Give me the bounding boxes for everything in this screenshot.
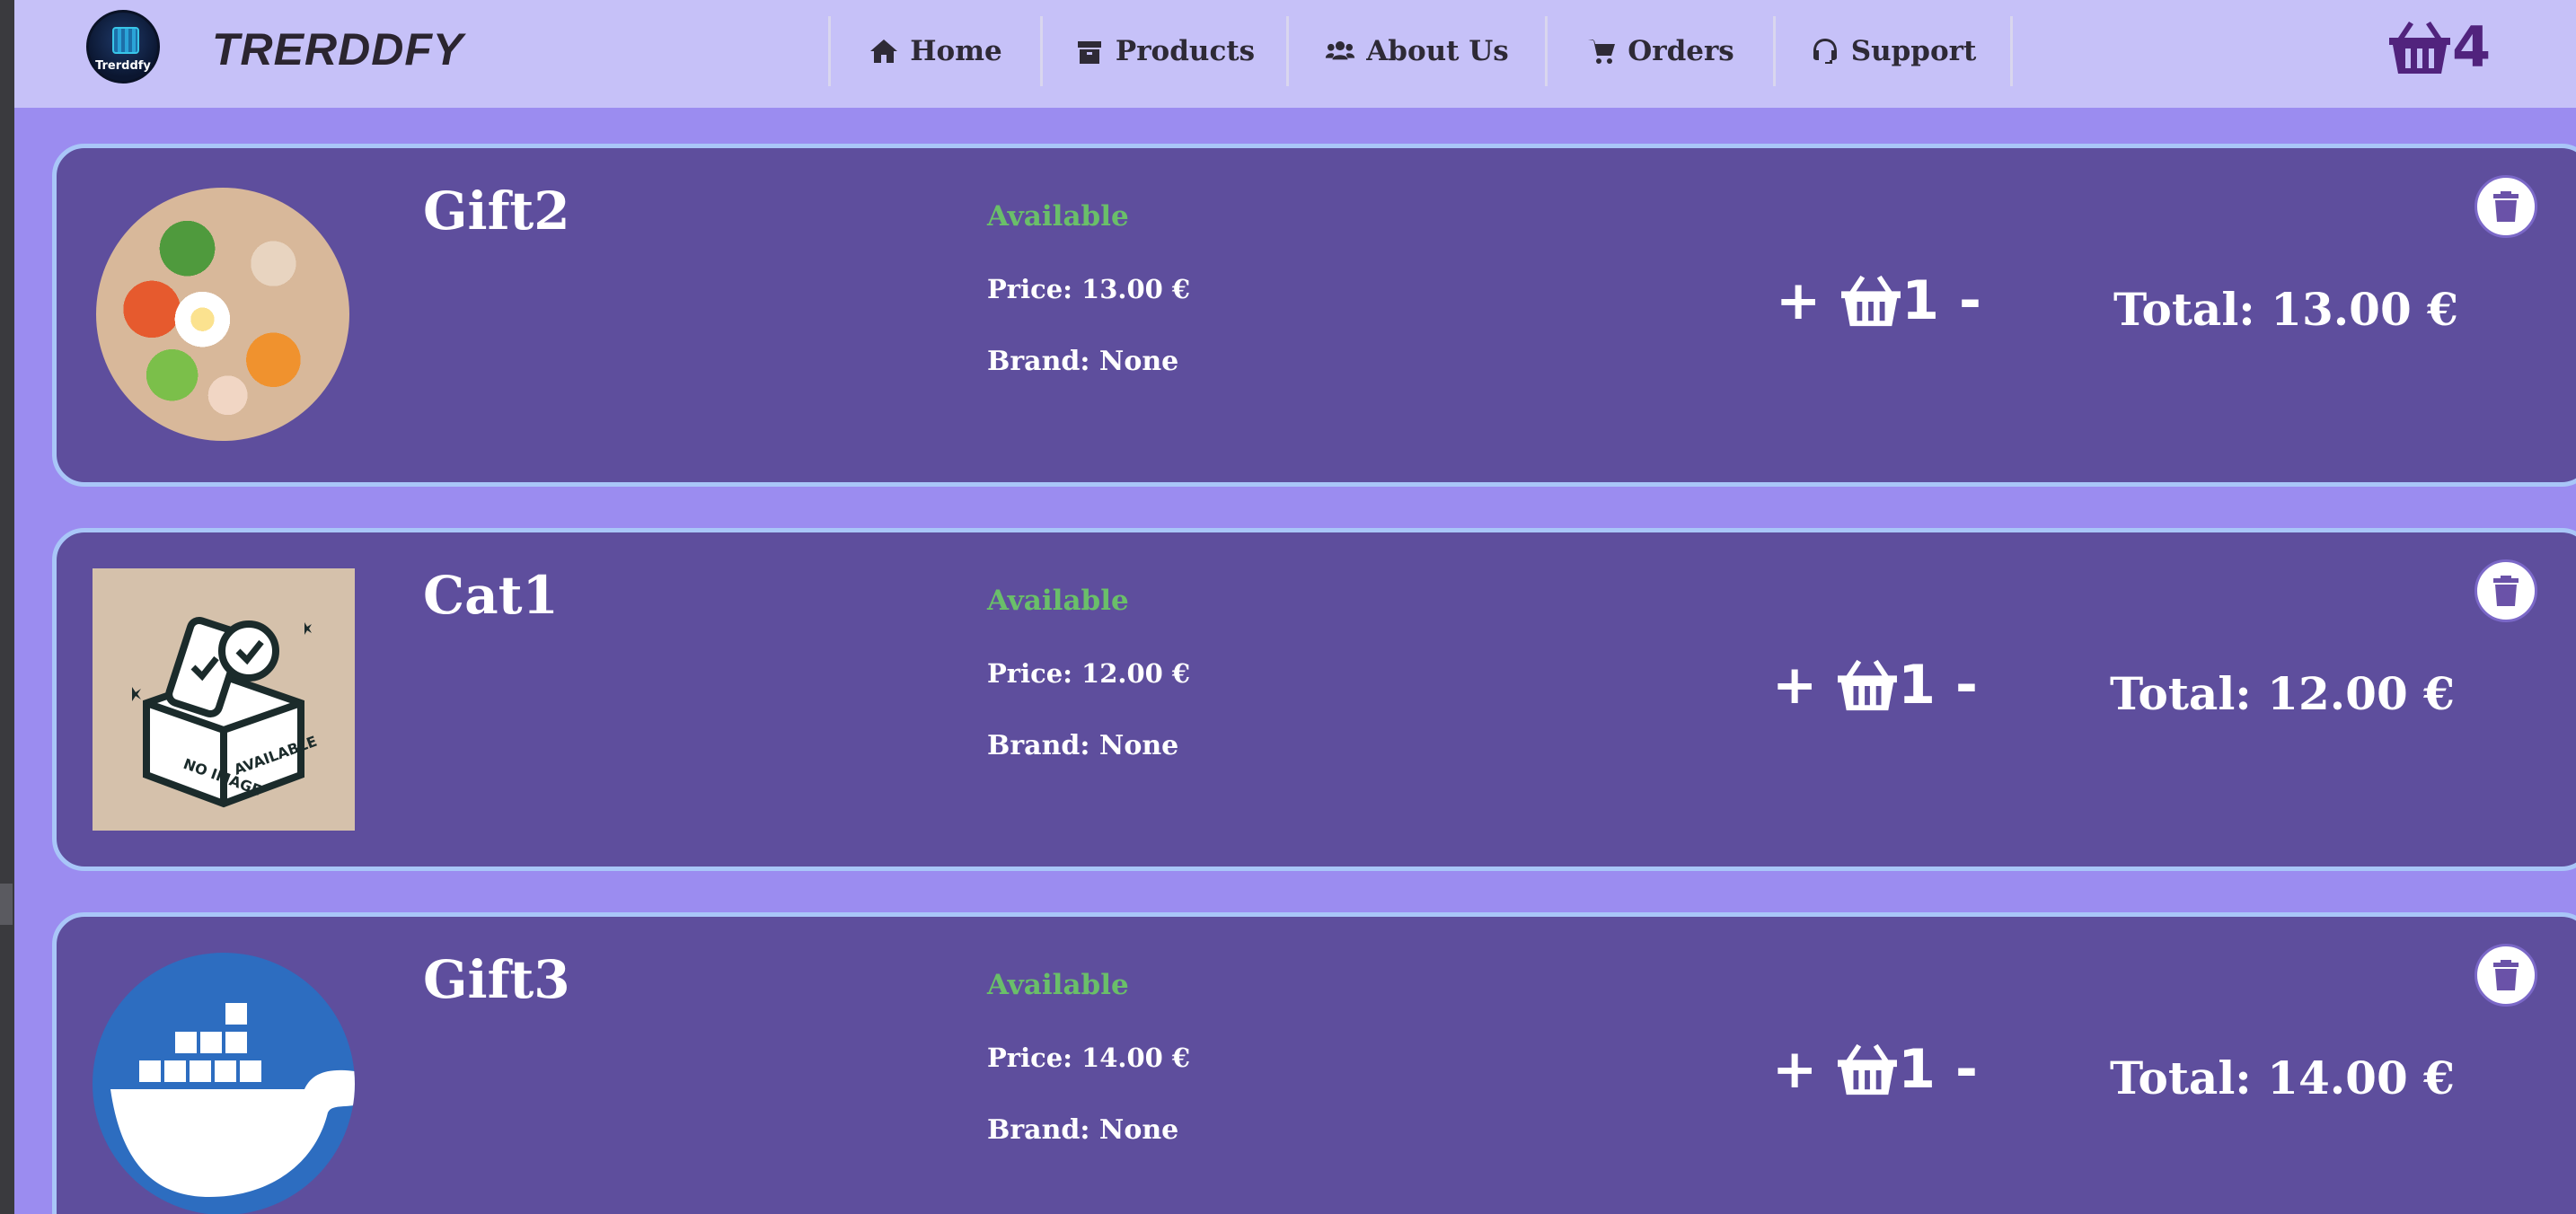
chip-icon (112, 27, 139, 54)
basket-icon (2389, 22, 2450, 74)
cart-item: NO IMAGE AVAILABLE Cat1 Available Price:… (52, 528, 2576, 871)
quantity-value: 1 (1901, 269, 1940, 332)
box-icon (1077, 41, 1101, 64)
no-image-placeholder: NO IMAGE AVAILABLE (93, 568, 355, 831)
basket-icon (1841, 275, 1901, 327)
home-icon (870, 40, 898, 63)
nav-products[interactable]: Products (1043, 16, 1289, 86)
trash-icon (2493, 191, 2519, 222)
decrease-button[interactable]: - (1955, 1042, 1978, 1096)
cart-item: Gift3 Available Price: 14.00 € Brand: No… (52, 912, 2576, 1214)
nav-home[interactable]: Home (831, 16, 1043, 86)
quantity-control: + 1 - (1772, 1034, 1978, 1105)
item-total: Total: 12.00 € (2110, 667, 2455, 720)
item-brand: Brand: None (987, 1114, 1179, 1146)
nav-orders-label: Orders (1628, 35, 1734, 67)
trash-icon (2493, 576, 2519, 606)
nav-support-label: Support (1850, 35, 1977, 67)
item-status: Available (987, 200, 1129, 233)
item-name: Cat1 (423, 565, 559, 626)
item-status: Available (987, 585, 1129, 617)
quantity-control: + 1 - (1776, 265, 1981, 337)
edge-marker (0, 884, 13, 925)
basket-icon (1838, 659, 1898, 711)
no-image-box-icon: NO IMAGE AVAILABLE (132, 616, 319, 808)
remove-item-button[interactable] (2475, 175, 2537, 238)
item-name: Gift2 (423, 180, 570, 242)
logo-text: Trerddfy (95, 59, 151, 73)
main-nav: Home Products About Us Orders Support (828, 16, 2013, 86)
nav-orders[interactable]: Orders (1548, 16, 1776, 86)
cart-button[interactable]: 4 (2386, 18, 2491, 77)
item-total: Total: 14.00 € (2110, 1051, 2455, 1104)
nav-about-us[interactable]: About Us (1289, 16, 1548, 86)
users-icon (1326, 40, 1355, 60)
headset-icon (1813, 39, 1837, 64)
docker-whale-image (93, 953, 355, 1214)
navbar: Trerddfy TRERDDFY Home Products About Us… (14, 0, 2576, 108)
cart-item: Gift2 Available Price: 13.00 € Brand: No… (52, 144, 2576, 487)
decrease-button[interactable]: - (1955, 658, 1978, 712)
brand-name[interactable]: TRERDDFY (212, 23, 463, 75)
item-name: Gift3 (423, 949, 570, 1010)
quantity-value: 1 (1898, 654, 1936, 717)
increase-button[interactable]: + (1772, 1042, 1817, 1096)
item-brand: Brand: None (987, 346, 1179, 377)
item-price: Price: 13.00 € (987, 274, 1191, 304)
quantity-value: 1 (1898, 1038, 1936, 1101)
cart-icon (1588, 40, 1616, 64)
item-price: Price: 12.00 € (987, 658, 1191, 689)
decrease-button[interactable]: - (1959, 274, 1981, 328)
nav-support[interactable]: Support (1776, 16, 2013, 86)
remove-item-button[interactable] (2475, 944, 2537, 1007)
nav-home-label: Home (910, 35, 1002, 67)
item-brand: Brand: None (987, 730, 1179, 761)
item-price: Price: 14.00 € (987, 1042, 1191, 1073)
item-status: Available (987, 969, 1129, 1001)
trash-icon (2493, 960, 2519, 990)
window-edge (0, 0, 14, 1214)
nav-about-us-label: About Us (1366, 35, 1509, 67)
logo[interactable]: Trerddfy (86, 10, 160, 84)
quantity-control: + 1 - (1772, 649, 1978, 721)
docker-whale-icon (110, 1003, 355, 1197)
cart-count: 4 (2452, 14, 2492, 80)
increase-button[interactable]: + (1776, 274, 1821, 328)
increase-button[interactable]: + (1772, 658, 1817, 712)
basket-icon (1838, 1043, 1898, 1095)
bowl-food-image (96, 188, 349, 441)
remove-item-button[interactable] (2475, 559, 2537, 622)
item-total: Total: 13.00 € (2113, 283, 2458, 336)
nav-products-label: Products (1115, 35, 1256, 67)
